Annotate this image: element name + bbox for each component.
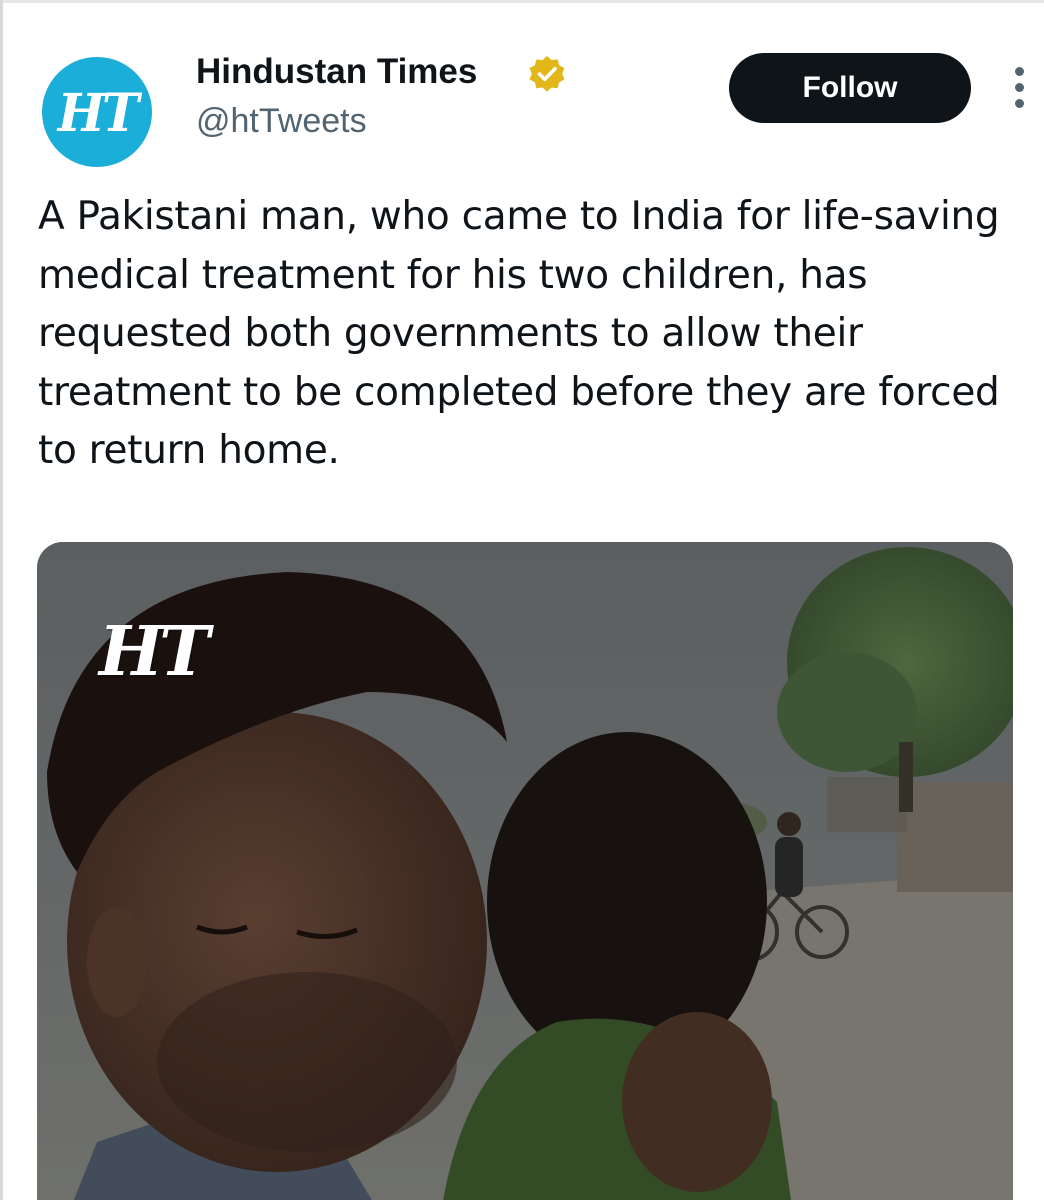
display-name[interactable]: Hindustan Times xyxy=(196,52,477,92)
left-divider xyxy=(0,0,3,1200)
account-handle[interactable]: @htTweets xyxy=(196,101,367,141)
tweet-text: A Pakistani man, who came to India for l… xyxy=(38,194,1000,473)
more-dot xyxy=(1015,99,1024,108)
follow-button[interactable]: Follow xyxy=(729,53,971,123)
more-dot xyxy=(1015,83,1024,92)
verified-badge-icon xyxy=(529,56,565,92)
more-dot xyxy=(1015,67,1024,76)
more-vertical-icon[interactable] xyxy=(1010,67,1028,109)
avatar[interactable]: HT xyxy=(42,57,152,167)
top-divider xyxy=(0,0,1044,3)
ht-watermark-logo: HT xyxy=(99,612,210,692)
tweet-media-image[interactable]: HT xyxy=(37,542,1013,1200)
avatar-logo-text: HT xyxy=(57,81,139,143)
